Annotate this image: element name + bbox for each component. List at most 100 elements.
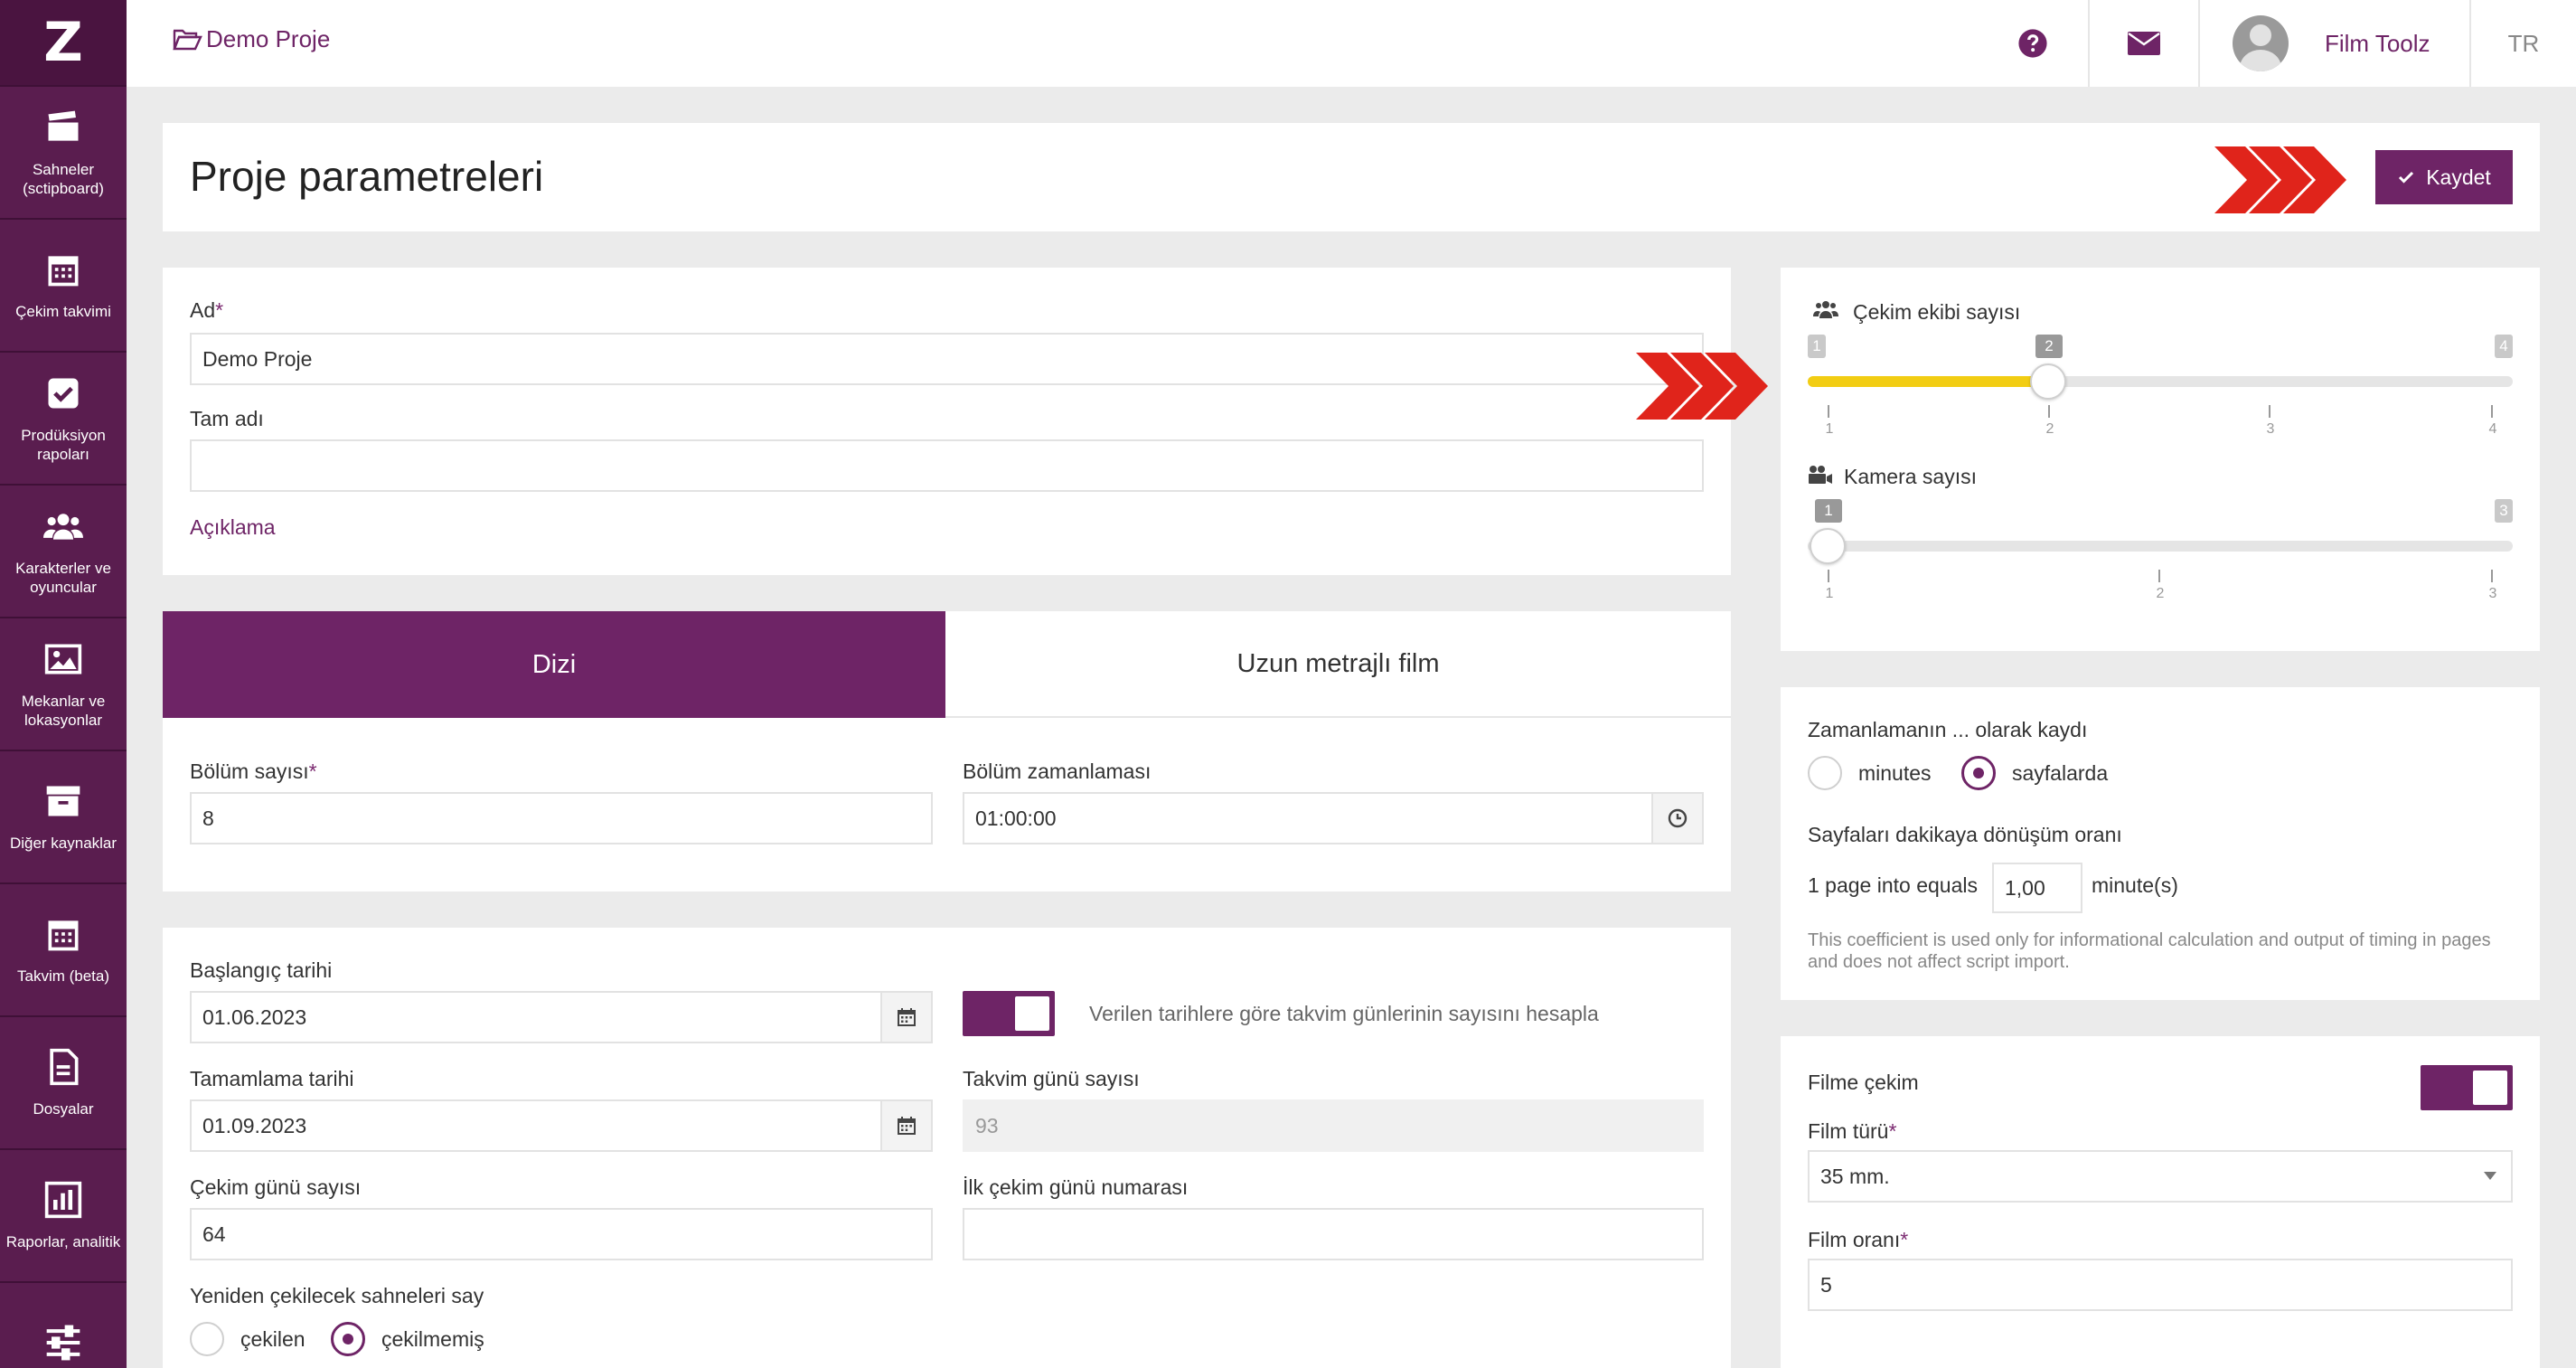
- film-ratio-input[interactable]: 5: [1808, 1259, 2513, 1311]
- camera-slider-handle[interactable]: [1810, 528, 1846, 564]
- sidebar-item-label: Takvim (beta): [16, 967, 110, 985]
- project-type-card: Dizi Uzun metrajlı film Bölüm sayısı* 8 …: [163, 611, 1731, 892]
- crew-slider-handle[interactable]: [2030, 363, 2066, 400]
- timing-pages-label: sayfalarda: [2012, 761, 2109, 785]
- page-header: Proje parametreleri Kaydet: [163, 123, 2540, 231]
- sidebar-item-label: Diğer kaynaklar: [9, 835, 118, 852]
- film-ratio-label: Film oranı*: [1808, 1228, 1909, 1251]
- sidebar-item-reports[interactable]: Raporlar, analitik: [0, 1150, 127, 1283]
- film-shoot-label: Filme çekim: [1808, 1071, 1919, 1094]
- user-menu[interactable]: Film Toolz: [2198, 0, 2469, 87]
- users-icon: [43, 513, 83, 540]
- end-date-picker-button[interactable]: [880, 1101, 931, 1150]
- crew-tick: [2048, 405, 2050, 418]
- crew-slider-max: 4: [2495, 335, 2513, 358]
- dates-card: Başlangıç tarihi 01.06.2023 Verilen tari…: [163, 928, 1731, 1368]
- save-button[interactable]: Kaydet: [2375, 150, 2513, 204]
- sidebar-item-scenes[interactable]: Sahneler (sctipboard): [0, 87, 127, 220]
- episodes-label: Bölüm sayısı*: [190, 759, 317, 783]
- breadcrumb-project[interactable]: Demo Proje: [206, 25, 330, 53]
- camera-slider-track[interactable]: [1808, 541, 2513, 552]
- timing-pages-radio[interactable]: [1961, 756, 1996, 790]
- ratio-label: Sayfaları dakikaya dönüşüm oranı: [1808, 823, 2122, 846]
- clapperboard-icon: [48, 110, 79, 141]
- recount-unshot-radio[interactable]: [331, 1322, 365, 1356]
- topbar: Demo Proje Film Toolz TR: [127, 0, 2576, 87]
- recount-shot-radio[interactable]: [190, 1322, 224, 1356]
- crew-tick: [2491, 405, 2493, 418]
- crew-slider-fill: [1808, 376, 2048, 387]
- video-camera-icon: [1809, 466, 1832, 484]
- film-type-label: Film türü*: [1808, 1119, 1897, 1143]
- image-icon: [44, 644, 82, 674]
- film-type-select[interactable]: 35 mm.: [1808, 1150, 2513, 1203]
- first-day-input[interactable]: [963, 1208, 1704, 1260]
- app-logo[interactable]: Z: [0, 0, 127, 87]
- sidebar: Z Sahneler (sctipboard) Çekim takvimi Pr…: [0, 0, 127, 1368]
- first-day-label: İlk çekim günü numarası: [963, 1175, 1189, 1199]
- tab-feature-film[interactable]: Uzun metrajlı film: [945, 611, 1731, 718]
- end-date-input[interactable]: 01.09.2023: [190, 1099, 933, 1152]
- start-date-input[interactable]: 01.06.2023: [190, 991, 933, 1043]
- calendar-icon: [898, 1117, 916, 1135]
- timing-record-label: Zamanlamanın ... olarak kaydı: [1808, 718, 2088, 741]
- calendar-days-label: Takvim günü sayısı: [963, 1067, 1140, 1090]
- check-icon: [2399, 171, 2414, 184]
- folder-open-icon: [173, 29, 202, 50]
- sidebar-item-shooting-schedule[interactable]: Çekim takvimi: [0, 220, 127, 353]
- camera-tick: [2158, 570, 2160, 582]
- sidebar-item-label: Mekanlar ve lokasyonlar: [21, 692, 106, 729]
- name-input[interactable]: Demo Proje: [190, 333, 1704, 385]
- sidebar-item-calendar-beta[interactable]: Takvim (beta): [0, 884, 127, 1017]
- crew-slider-min: 1: [1808, 335, 1826, 358]
- sidebar-item-other-resources[interactable]: Diğer kaynaklar: [0, 751, 127, 884]
- chevron-down-icon: [2484, 1172, 2496, 1180]
- breadcrumb[interactable]: Demo Proje: [172, 25, 330, 53]
- help-button[interactable]: [1978, 0, 2088, 87]
- camera-tick-label: 2: [2156, 586, 2165, 601]
- calendar-days-input: 93: [963, 1099, 1704, 1152]
- sidebar-item-files[interactable]: Dosyalar: [0, 1017, 127, 1150]
- description-link[interactable]: Açıklama: [190, 515, 276, 540]
- fullname-label: Tam adı: [190, 407, 264, 430]
- checkbox-icon: [48, 378, 79, 408]
- sidebar-item-settings[interactable]: [0, 1283, 127, 1368]
- crew-tick: [2269, 405, 2270, 418]
- messages-button[interactable]: [2088, 0, 2198, 87]
- sliders-icon: [46, 1325, 80, 1360]
- avatar: [2233, 15, 2289, 71]
- language-switcher[interactable]: TR: [2469, 0, 2576, 87]
- sidebar-item-label: Sahneler (sctipboard): [23, 160, 104, 197]
- tab-series[interactable]: Dizi: [163, 611, 945, 718]
- sidebar-item-production-reports[interactable]: Prodüksiyon rapoları: [0, 353, 127, 486]
- film-shoot-toggle[interactable]: [2421, 1065, 2513, 1110]
- red-arrow-indicator: [1636, 353, 1768, 420]
- recount-label: Yeniden çekilecek sahneleri say: [190, 1284, 484, 1307]
- fullname-input[interactable]: [190, 439, 1704, 492]
- calc-calendar-days-text: Verilen tarihlere göre takvim günlerinin…: [1089, 1002, 1599, 1025]
- episodes-input[interactable]: 8: [190, 792, 933, 844]
- sidebar-item-locations[interactable]: Mekanlar ve lokasyonlar: [0, 618, 127, 751]
- red-arrow-indicator: [2214, 146, 2346, 213]
- calc-calendar-days-toggle[interactable]: [963, 991, 1055, 1036]
- calendar-grid-icon: [48, 920, 79, 951]
- sidebar-item-characters[interactable]: Karakterler ve oyuncular: [0, 486, 127, 618]
- crew-card: Çekim ekibi sayısı 1 2 4 1 2 3 4 Kamera …: [1781, 268, 2540, 651]
- film-card: Filme çekim Film türü* 35 mm. Film oranı…: [1781, 1036, 2540, 1368]
- episode-timing-label: Bölüm zamanlaması: [963, 759, 1152, 783]
- sidebar-item-label: Dosyalar: [33, 1100, 94, 1118]
- crew-tick-label: 1: [1825, 421, 1834, 437]
- crew-tick: [1828, 405, 1829, 418]
- help-icon: [2018, 29, 2047, 58]
- sidebar-item-label: Çekim takvimi: [15, 303, 111, 320]
- camera-tick: [1828, 570, 1829, 582]
- start-date-picker-button[interactable]: [880, 993, 931, 1042]
- episode-timing-input[interactable]: 01:00:00: [963, 792, 1704, 844]
- clock-button[interactable]: [1651, 794, 1702, 843]
- recount-shot-label: çekilen: [240, 1327, 306, 1351]
- timing-minutes-radio[interactable]: [1808, 756, 1842, 790]
- language-code: TR: [2507, 29, 2540, 57]
- ratio-input[interactable]: 1,00: [1992, 863, 2082, 913]
- shoot-days-input[interactable]: 64: [190, 1208, 933, 1260]
- ratio-note: This coefficient is used only for inform…: [1808, 930, 2491, 972]
